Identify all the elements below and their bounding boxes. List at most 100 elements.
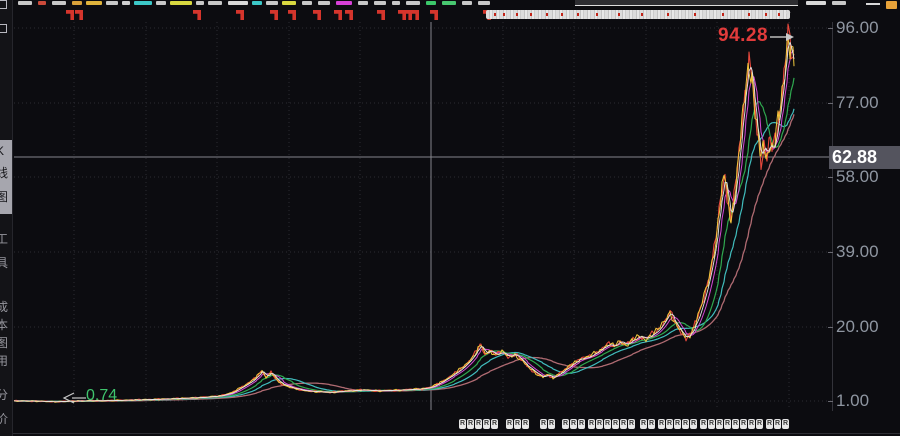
series-ma-cyan: [14, 109, 794, 402]
toolbar-text-fragment: [442, 1, 456, 5]
dividend-badge[interactable]: R: [648, 419, 655, 429]
high-price-label: 94.28: [718, 25, 768, 47]
dividend-badge[interactable]: R: [640, 419, 647, 429]
news-red-dot: [748, 13, 750, 16]
dividend-badge[interactable]: R: [514, 419, 521, 429]
news-red-dot: [618, 13, 620, 16]
y-axis-tick: [828, 252, 833, 253]
dividend-badge[interactable]: R: [674, 419, 681, 429]
dividend-badge[interactable]: R: [716, 419, 723, 429]
sidebar-tool-item[interactable]: 本: [0, 318, 12, 332]
news-red-dot: [765, 13, 767, 16]
left-tool-sidebar[interactable]: K线图工具成本图用分价: [0, 0, 13, 436]
dividend-badge[interactable]: R: [548, 419, 555, 429]
dividend-badge[interactable]: R: [682, 419, 689, 429]
bottom-border: [0, 433, 900, 434]
news-red-dot: [778, 13, 780, 16]
dividend-badge[interactable]: R: [700, 419, 707, 429]
sidebar-tool-item[interactable]: 线: [0, 166, 12, 180]
toolbar-text-fragment: [266, 1, 278, 5]
y-axis-tick: [828, 327, 833, 328]
toolbar-input-cropped[interactable]: [575, 0, 798, 6]
toolbar-text-fragment: [462, 1, 472, 5]
dividend-badge[interactable]: R: [756, 419, 763, 429]
sidebar-tool-item[interactable]: K: [0, 144, 12, 158]
sidebar-tool-item[interactable]: 分: [0, 388, 12, 402]
dividend-badge[interactable]: R: [740, 419, 747, 429]
dividend-badge[interactable]: R: [506, 419, 513, 429]
dividend-badge[interactable]: R: [724, 419, 731, 429]
dividend-badge[interactable]: R: [459, 419, 466, 429]
stock-chart-window: ✦RRRRRRRRRRRRRRRRRRRRRRRRRRRRRRRRRRRRRR …: [0, 0, 900, 436]
y-axis-tick: [828, 401, 833, 402]
dividend-badge[interactable]: R: [578, 419, 585, 429]
toolbar-text-fragment: [832, 1, 846, 5]
dividend-badge[interactable]: R: [588, 419, 595, 429]
sidebar-tool-item[interactable]: 成: [0, 300, 12, 314]
dividend-badge[interactable]: R: [748, 419, 755, 429]
dividend-badge[interactable]: R: [690, 419, 697, 429]
sidebar-tool-item[interactable]: 价: [0, 412, 12, 426]
dividend-badge[interactable]: R: [483, 419, 490, 429]
series-ma-white: [14, 42, 794, 401]
toolbar-text-fragment: [52, 1, 66, 5]
sidebar-tool-icon[interactable]: [0, 0, 7, 9]
y-axis-tick-label: 58.00: [836, 167, 898, 187]
dividend-badge[interactable]: R: [774, 419, 781, 429]
news-red-dot: [561, 13, 563, 16]
toolbar-text-fragment: [38, 1, 46, 5]
sidebar-tool-item[interactable]: 图: [0, 336, 12, 350]
news-red-dot: [516, 13, 518, 16]
toolbar-text-fragment: [228, 1, 248, 5]
low-price-label: 0.74: [86, 387, 117, 405]
current-price-label: 62.88: [829, 146, 900, 169]
toolbar-text-fragment: [406, 1, 420, 5]
toolbar-text-fragment: [392, 1, 400, 5]
dividend-badge[interactable]: R: [620, 419, 627, 429]
dividend-badge[interactable]: R: [475, 419, 482, 429]
sidebar-tool-item[interactable]: 工: [0, 232, 12, 246]
dividend-badge[interactable]: R: [782, 419, 789, 429]
kline-chart-canvas[interactable]: [0, 0, 900, 436]
y-axis-tick-label: 77.00: [836, 93, 898, 113]
dividend-badge[interactable]: R: [612, 419, 619, 429]
series-candle-yellow: [14, 36, 794, 402]
dividend-badge[interactable]: R: [766, 419, 773, 429]
news-red-dot: [530, 13, 532, 16]
dense-news-marker-band[interactable]: [486, 10, 790, 19]
toolbar-text-fragment: [336, 1, 352, 5]
dividend-badge[interactable]: R: [491, 419, 498, 429]
dividend-badge[interactable]: R: [522, 419, 529, 429]
dividend-badge[interactable]: R: [732, 419, 739, 429]
dividend-badge[interactable]: R: [604, 419, 611, 429]
sidebar-tool-icon[interactable]: [0, 24, 7, 33]
y-axis-tick: [828, 28, 833, 29]
dividend-badge[interactable]: R: [570, 419, 577, 429]
axis-separator: [832, 22, 833, 411]
news-red-dot: [641, 13, 643, 16]
news-red-dot: [577, 13, 579, 16]
news-red-dot: [546, 13, 548, 16]
dividend-badge[interactable]: R: [666, 419, 673, 429]
sidebar-tool-item[interactable]: 具: [0, 256, 12, 270]
dividend-badge[interactable]: R: [540, 419, 547, 429]
toolbar-text-fragment: [302, 1, 312, 5]
alert-icon[interactable]: [886, 1, 897, 9]
y-axis-tick-label: 96.00: [836, 18, 898, 38]
y-axis-tick-label: 20.00: [836, 317, 898, 337]
dividend-badge[interactable]: R: [628, 419, 635, 429]
dividend-badge[interactable]: R: [658, 419, 665, 429]
dividend-badge[interactable]: R: [708, 419, 715, 429]
toolbar-text-fragment: [208, 1, 222, 5]
dividend-badge[interactable]: R: [596, 419, 603, 429]
sidebar-tool-item[interactable]: 图: [0, 190, 12, 204]
series-ma-green: [14, 78, 794, 402]
toolbar-text-fragment: [134, 1, 152, 5]
toolbar-text-fragment: [170, 1, 192, 5]
dividend-badge[interactable]: R: [467, 419, 474, 429]
toolbar-text-fragment: [806, 1, 826, 5]
news-red-dot: [494, 13, 496, 16]
toolbar-text-fragment: [86, 1, 102, 5]
dividend-badge[interactable]: R: [562, 419, 569, 429]
sidebar-tool-item[interactable]: 用: [0, 354, 12, 368]
